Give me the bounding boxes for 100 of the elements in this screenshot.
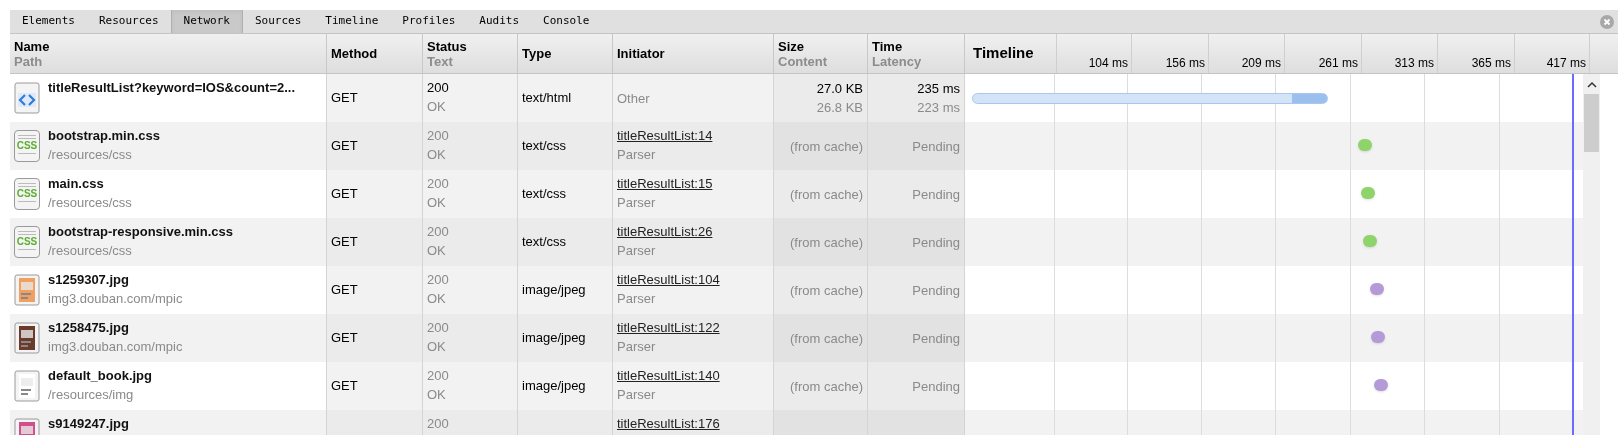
- css-file-icon: CSS: [14, 178, 40, 210]
- column-header[interactable]: Size: [778, 38, 863, 54]
- request-name[interactable]: default_book.jpg: [48, 366, 152, 385]
- size-cell-text: (from cache): [790, 329, 863, 348]
- status-code: 200: [427, 223, 450, 241]
- initiator-type: Parser: [617, 290, 657, 308]
- request-path: /resources/css: [48, 194, 132, 212]
- scrollbar[interactable]: [1583, 74, 1600, 435]
- request-path: /resources/css: [48, 242, 133, 260]
- request-path: img3.douban.com/mpic: [48, 290, 183, 308]
- column-header[interactable]: Name: [14, 38, 322, 54]
- css-file-icon: CSS: [14, 226, 40, 258]
- method-cell-text: GET: [331, 377, 358, 396]
- scroll-up-icon[interactable]: [1586, 81, 1597, 88]
- type-cell-text: image/jpeg: [522, 329, 586, 348]
- type-cell-text: text/css: [522, 233, 567, 252]
- status-text: OK: [427, 386, 447, 404]
- type-cell-text: text/css: [522, 185, 567, 204]
- request-name[interactable]: s1259307.jpg: [48, 270, 183, 289]
- method-cell-text: GET: [331, 89, 358, 108]
- initiator-link[interactable]: titleResultList:26: [617, 222, 769, 241]
- request-name[interactable]: main.css: [48, 174, 132, 193]
- time-cell-text: Pending: [912, 377, 960, 396]
- request-path: img3.douban.com/mpic: [48, 338, 183, 356]
- initiator-link[interactable]: titleResultList:176: [617, 414, 769, 433]
- time-cell-text: Pending: [912, 233, 960, 252]
- panel-tab[interactable]: Resources: [87, 10, 171, 33]
- scrollbar-thumb[interactable]: [1584, 94, 1599, 152]
- status-text: OK: [427, 242, 447, 260]
- status-code: 200: [427, 271, 450, 289]
- status-text: OK: [427, 194, 447, 212]
- time-tick-label: 156 ms: [1165, 55, 1205, 72]
- column-subheader: Content: [778, 53, 829, 69]
- initiator-type: Parser: [617, 146, 657, 164]
- time-tick-label: 417 ms: [1546, 55, 1586, 72]
- initiator-link[interactable]: titleResultList:140: [617, 366, 769, 385]
- html-file-icon: [14, 82, 40, 114]
- request-path: /resources/css: [48, 146, 133, 164]
- size-cell-text: (from cache): [790, 185, 863, 204]
- request-name[interactable]: titleResultList?keyword=IOS&count=2...: [48, 78, 296, 97]
- initiator-link[interactable]: titleResultList:104: [617, 270, 769, 289]
- initiator-type: Parser: [617, 386, 657, 404]
- request-name[interactable]: bootstrap.min.css: [48, 126, 160, 145]
- time-cell-text: 235 ms: [917, 80, 960, 98]
- size-cell-text: (from cache): [790, 377, 863, 396]
- initiator-link[interactable]: titleResultList:122: [617, 318, 769, 337]
- time-tick-label: 261 ms: [1318, 55, 1358, 72]
- initiator-type: Parser: [617, 194, 657, 212]
- time-tick-label: 313 ms: [1394, 55, 1434, 72]
- column-header[interactable]: Status: [427, 38, 513, 54]
- status-code: 200: [427, 175, 450, 193]
- size-cell-text: (from cache): [790, 233, 863, 252]
- time-cell-text: Pending: [912, 185, 960, 204]
- panel-tab[interactable]: Network: [170, 10, 243, 33]
- status-code: 200: [427, 367, 450, 385]
- column-header: Timeline: [973, 43, 1034, 64]
- panel-tab[interactable]: Timeline: [313, 10, 391, 33]
- status-text: OK: [427, 146, 447, 164]
- request-name[interactable]: s1258475.jpg: [48, 318, 183, 337]
- column-subheader: Latency: [872, 53, 923, 69]
- column-header[interactable]: Time: [872, 38, 960, 54]
- method-cell-text: GET: [331, 233, 358, 252]
- content-size: 26.8 KB: [816, 99, 863, 117]
- time-tick-label: 104 ms: [1088, 55, 1128, 72]
- size-cell-text: (from cache): [790, 137, 863, 156]
- request-path: /resources/img: [48, 386, 135, 404]
- type-cell-text: text/html: [522, 89, 572, 108]
- type-cell-text: text/css: [522, 137, 567, 156]
- method-cell-text: GET: [331, 329, 358, 348]
- request-name[interactable]: bootstrap-responsive.min.css: [48, 222, 233, 241]
- close-icon[interactable]: [1600, 15, 1614, 29]
- method-cell-text: GET: [331, 281, 358, 300]
- panel-tab[interactable]: Elements: [10, 10, 87, 33]
- initiator-type: Parser: [617, 242, 657, 260]
- panel-tab[interactable]: Audits: [467, 10, 532, 33]
- panel-tab[interactable]: Sources: [242, 10, 314, 33]
- panel-tab[interactable]: Console: [531, 10, 602, 33]
- column-subheader: Path: [14, 53, 44, 69]
- initiator-type: Other: [617, 89, 651, 108]
- initiator-link[interactable]: titleResultList:14: [617, 126, 769, 145]
- column-header[interactable]: Type: [522, 46, 608, 61]
- size-cell-text: 27.0 KB: [816, 80, 863, 98]
- size-cell-text: (from cache): [790, 281, 863, 300]
- status-code: 200: [427, 415, 450, 433]
- method-cell-text: GET: [331, 185, 358, 204]
- status-text: OK: [427, 98, 447, 116]
- column-header[interactable]: Method: [331, 46, 418, 61]
- status-text: OK: [427, 290, 447, 308]
- type-cell-text: image/jpeg: [522, 281, 586, 300]
- request-name[interactable]: s9149247.jpg: [48, 414, 129, 433]
- initiator-link[interactable]: titleResultList:15: [617, 174, 769, 193]
- time-cell-text: Pending: [912, 281, 960, 300]
- initiator-type: Parser: [617, 338, 657, 356]
- column-header[interactable]: Initiator: [617, 46, 769, 61]
- css-file-icon: CSS: [14, 130, 40, 162]
- time-cell-text: Pending: [912, 329, 960, 348]
- type-cell-text: image/jpeg: [522, 377, 586, 396]
- panel-tab[interactable]: Profiles: [390, 10, 468, 33]
- time-tick-label: 365 ms: [1471, 55, 1511, 72]
- status-code: 200: [427, 127, 450, 145]
